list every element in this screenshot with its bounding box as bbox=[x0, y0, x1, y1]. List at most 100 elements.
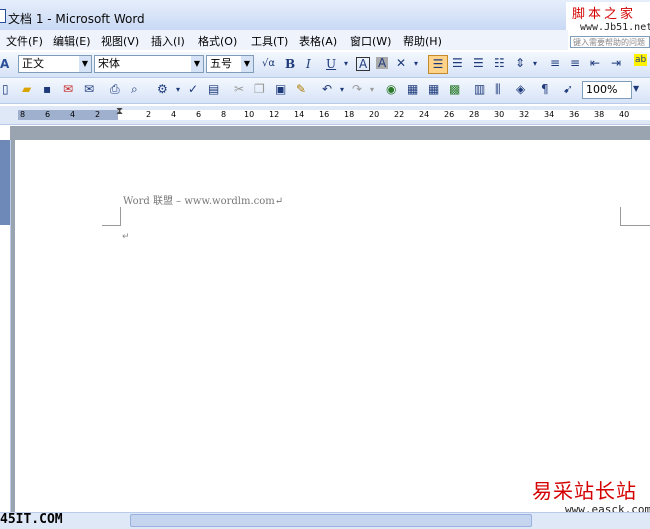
numbering-icon[interactable]: ≡ bbox=[550, 56, 560, 70]
style-value: 正文 bbox=[22, 57, 44, 70]
new-document-icon[interactable]: ▯ bbox=[2, 82, 9, 96]
chevron-down-icon[interactable]: ▾ bbox=[414, 59, 418, 68]
ruler-number: 10 bbox=[244, 110, 255, 119]
cut-icon[interactable]: ✂ bbox=[234, 82, 244, 96]
ruler-number: 34 bbox=[544, 110, 555, 119]
size-value: 五号 bbox=[210, 57, 232, 70]
print-preview-icon[interactable]: ⌕ bbox=[131, 82, 138, 97]
highlight-icon[interactable]: ab bbox=[634, 54, 648, 66]
watermark-jb51-url: www.Jb51.net bbox=[580, 22, 650, 33]
ruler-number: 4 bbox=[171, 110, 177, 119]
word-app-icon[interactable] bbox=[0, 9, 6, 23]
columns-icon[interactable]: ▥ bbox=[474, 82, 485, 96]
char-scale-icon[interactable]: ✕ bbox=[396, 56, 406, 70]
menu-table[interactable]: 表格(A) bbox=[299, 33, 337, 49]
permission-icon[interactable]: ✉ bbox=[63, 82, 73, 96]
research-book-icon[interactable]: ▤ bbox=[208, 82, 219, 96]
menu-help[interactable]: 帮助(H) bbox=[403, 33, 442, 49]
chevron-down-icon[interactable]: ▼ bbox=[191, 56, 203, 72]
menu-file[interactable]: 文件(F) bbox=[6, 33, 43, 49]
paragraph-mark: ↵ bbox=[122, 232, 130, 242]
chevron-down-icon[interactable]: ▼ bbox=[241, 56, 253, 72]
style-dropdown[interactable]: 正文 ▼ bbox=[18, 55, 92, 73]
increase-indent-icon[interactable]: ⇥ bbox=[611, 56, 621, 70]
ruler-number: 8 bbox=[221, 110, 227, 119]
menu-window[interactable]: 窗口(W) bbox=[350, 33, 391, 49]
email-icon[interactable]: ✉ bbox=[84, 82, 94, 96]
format-painter-icon[interactable]: ✎ bbox=[296, 82, 306, 96]
crop-mark-right bbox=[620, 207, 650, 226]
document-map-icon[interactable]: ◈ bbox=[516, 82, 525, 96]
ruler-number: 8 bbox=[20, 110, 26, 119]
menu-view[interactable]: 视图(V) bbox=[101, 33, 139, 49]
research-icon[interactable]: ⚙ bbox=[157, 82, 168, 96]
scrollbar-thumb[interactable] bbox=[130, 514, 532, 527]
char-shading-icon[interactable]: A bbox=[376, 57, 389, 69]
show-hide-icon[interactable]: ¶ bbox=[541, 82, 549, 96]
hyperlink-icon[interactable]: ◉ bbox=[386, 82, 396, 96]
align-justify-icon[interactable]: ☰ bbox=[428, 55, 448, 74]
window-title: 文档 1 - Microsoft Word bbox=[8, 12, 145, 26]
ruler-number: 40 bbox=[619, 110, 630, 119]
undo-icon[interactable]: ↶ bbox=[322, 82, 332, 96]
ruler-number: 30 bbox=[494, 110, 505, 119]
paste-icon[interactable]: ▣ bbox=[275, 82, 286, 96]
ruler-left-margin bbox=[18, 110, 118, 120]
menu-tools[interactable]: 工具(T) bbox=[251, 33, 288, 49]
save-icon[interactable]: ▪ bbox=[43, 82, 51, 96]
chevron-down-icon[interactable]: ▼ bbox=[633, 84, 639, 93]
chevron-down-icon[interactable]: ▼ bbox=[79, 56, 91, 72]
bold-icon[interactable]: B bbox=[285, 57, 295, 71]
zoom-value: 100% bbox=[586, 83, 618, 96]
insert-table-icon[interactable]: ▦ bbox=[428, 82, 439, 96]
copy-icon[interactable]: ❐ bbox=[254, 82, 265, 96]
styles-pane-icon[interactable]: A bbox=[0, 57, 9, 71]
read-icon[interactable]: ➹ bbox=[563, 82, 573, 96]
distributed-icon[interactable]: ☷ bbox=[494, 56, 505, 70]
char-border-icon[interactable]: A bbox=[356, 57, 371, 71]
ruler-number: 2 bbox=[95, 110, 101, 119]
watermark-easck-cn: 易采站长站 bbox=[532, 479, 637, 503]
menu-insert[interactable]: 插入(I) bbox=[151, 33, 185, 49]
align-right-icon[interactable]: ☰ bbox=[473, 56, 484, 70]
ruler-number: 14 bbox=[294, 110, 305, 119]
chevron-down-icon[interactable]: ▾ bbox=[340, 85, 344, 94]
chevron-down-icon[interactable]: ▾ bbox=[176, 85, 180, 94]
ruler-number: 24 bbox=[419, 110, 430, 119]
watermark-jb51-cn: 脚本之家 bbox=[572, 7, 637, 22]
bullets-icon[interactable]: ≡ bbox=[570, 56, 580, 70]
ruler-number: 32 bbox=[519, 110, 530, 119]
ruler-number: 38 bbox=[594, 110, 605, 119]
spelling-icon[interactable]: ✓ bbox=[188, 82, 198, 96]
indent-marker-icon[interactable]: ⧗ bbox=[116, 106, 123, 117]
italic-icon[interactable]: I bbox=[306, 57, 311, 71]
size-dropdown[interactable]: 五号 ▼ bbox=[206, 55, 254, 73]
menu-format[interactable]: 格式(O) bbox=[198, 33, 237, 49]
print-icon[interactable]: ⎙ bbox=[110, 82, 120, 97]
align-center-icon[interactable]: ☰ bbox=[452, 56, 463, 70]
chevron-down-icon[interactable]: ▾ bbox=[344, 59, 348, 68]
menu-edit[interactable]: 编辑(E) bbox=[53, 33, 91, 49]
chevron-down-icon[interactable]: ▾ bbox=[370, 85, 374, 94]
ruler-number: 20 bbox=[369, 110, 380, 119]
ruler-number: 36 bbox=[569, 110, 580, 119]
insert-excel-icon[interactable]: ▩ bbox=[449, 82, 460, 96]
zoom-dropdown[interactable]: 100% bbox=[582, 81, 632, 99]
tables-borders-icon[interactable]: ▦ bbox=[407, 82, 418, 96]
document-line-1[interactable]: Word 联盟 – www.wordlm.com↵ bbox=[123, 192, 283, 207]
underline-icon[interactable]: U bbox=[326, 57, 336, 71]
help-search-input[interactable]: 键入需要帮助的问题 bbox=[570, 36, 650, 48]
font-value: 宋体 bbox=[98, 57, 120, 70]
open-folder-icon[interactable]: ▰ bbox=[22, 82, 31, 96]
ruler-number: 2 bbox=[146, 110, 152, 119]
crop-mark-left bbox=[102, 207, 121, 226]
font-dropdown[interactable]: 宋体 ▼ bbox=[94, 55, 204, 73]
line-spacing-icon[interactable]: ⇕ bbox=[515, 56, 525, 70]
drawing-icon[interactable]: ⫼ bbox=[495, 82, 501, 97]
redo-icon[interactable]: ↷ bbox=[352, 82, 362, 96]
ruler-number: 6 bbox=[45, 110, 51, 119]
chevron-down-icon[interactable]: ▾ bbox=[533, 59, 537, 68]
decrease-indent-icon[interactable]: ⇤ bbox=[590, 56, 600, 70]
document-page[interactable] bbox=[15, 140, 650, 512]
equation-icon[interactable]: √α bbox=[262, 58, 275, 69]
